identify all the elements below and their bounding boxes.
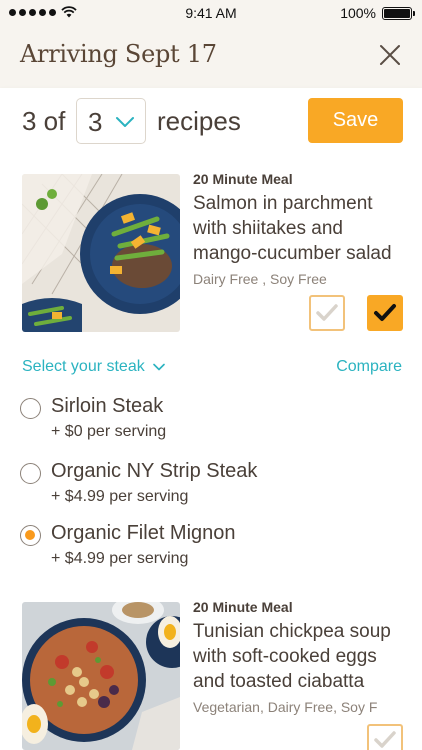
- radio-button-selected[interactable]: [20, 525, 41, 546]
- chevron-down-icon: [152, 363, 165, 371]
- steak-option-price: + $4.99 per serving: [51, 550, 189, 567]
- steak-option[interactable]: Organic Filet Mignon + $4.99 per serving: [20, 522, 400, 570]
- recipe-title-line: Tunisian chickpea soup: [193, 621, 391, 642]
- header: Arriving Sept 17: [0, 26, 422, 88]
- recipe-info-chickpea-soup: 20 Minute Meal Tunisian chickpea soup wi…: [193, 599, 422, 715]
- recipe-title-line: Salmon in parchment: [193, 193, 373, 214]
- chevron-down-icon: [116, 117, 134, 127]
- recipe-photo-salmon: [22, 174, 180, 332]
- radio-button[interactable]: [20, 398, 41, 419]
- page-title: Arriving Sept 17: [20, 40, 217, 68]
- recipe-title-line: and toasted ciabatta: [193, 671, 365, 692]
- battery-group: 100%: [340, 5, 415, 21]
- compare-checkbox[interactable]: [367, 724, 403, 750]
- diet-tags: Vegetarian, Dairy Free, Soy F: [193, 699, 378, 715]
- steak-option-price: + $4.99 per serving: [51, 488, 189, 505]
- recipe-title-line: mango-cucumber salad: [193, 243, 392, 264]
- compare-checkbox[interactable]: [309, 295, 345, 331]
- diet-tags: Dairy Free , Soy Free: [193, 271, 327, 287]
- select-recipe-checkbox[interactable]: [367, 295, 403, 331]
- recipe-info-salmon: 20 Minute Meal Salmon in parchment with …: [193, 171, 418, 287]
- steak-option-name: Organic NY Strip Steak: [51, 460, 258, 482]
- recipe-list: 20 Minute Meal Salmon in parchment with …: [0, 152, 422, 750]
- select-steak-dropdown[interactable]: Select your steak: [22, 358, 165, 376]
- recipe-title-line: with shiitakes and: [193, 218, 343, 239]
- steak-option[interactable]: Organic NY Strip Steak + $4.99 per servi…: [20, 460, 400, 508]
- recipe-count-bar: 3 of 3 recipes Save: [0, 88, 422, 152]
- recipe-count-select[interactable]: 3: [76, 98, 146, 144]
- battery-percent: 100%: [340, 5, 376, 21]
- recipe-photo-chickpea-soup: [22, 602, 180, 750]
- select-steak-label: Select your steak: [22, 358, 145, 375]
- recipe-title-line: with soft-cooked eggs: [193, 646, 377, 667]
- recipe-count-prefix: 3 of: [22, 106, 66, 136]
- check-icon: [374, 304, 396, 321]
- steak-selector-row: Select your steak Compare: [22, 358, 402, 378]
- recipe-title[interactable]: Salmon in parchment with shiitakes and m…: [193, 191, 418, 266]
- close-icon[interactable]: [378, 43, 402, 67]
- save-button[interactable]: Save: [308, 98, 403, 143]
- steak-option-price: + $0 per serving: [51, 423, 167, 440]
- steak-option-name: Organic Filet Mignon: [51, 522, 236, 544]
- compare-link[interactable]: Compare: [336, 358, 402, 376]
- radio-button[interactable]: [20, 463, 41, 484]
- recipe-count-value: 3: [88, 107, 103, 137]
- recipe-title[interactable]: Tunisian chickpea soup with soft-cooked …: [193, 619, 422, 694]
- steak-option-name: Sirloin Steak: [51, 395, 164, 417]
- steak-option[interactable]: Sirloin Steak + $0 per serving: [20, 395, 400, 443]
- recipe-count-suffix: recipes: [157, 106, 241, 136]
- recipe-tag: 20 Minute Meal: [193, 599, 293, 615]
- battery-icon: [382, 6, 415, 20]
- check-icon: [316, 304, 338, 321]
- check-icon: [374, 731, 396, 748]
- recipe-tag: 20 Minute Meal: [193, 171, 293, 187]
- status-bar: 9:41 AM 100%: [0, 0, 422, 26]
